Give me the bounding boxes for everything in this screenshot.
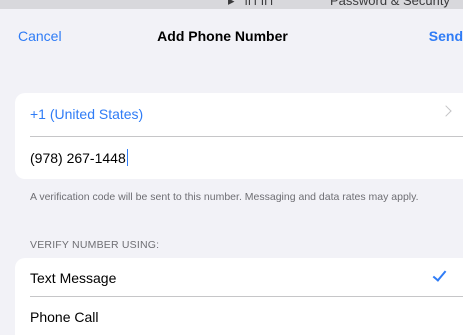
phone-number-value: (978) 267-1448: [30, 150, 126, 166]
option-text-message[interactable]: Text Message: [15, 258, 463, 296]
country-code-label: +1 (United States): [30, 106, 144, 122]
background-partial-text-left: ▸ ıl ı ıl ı: [228, 0, 274, 8]
country-selector-row[interactable]: +1 (United States): [15, 93, 463, 136]
option-label: Phone Call: [30, 309, 99, 325]
option-phone-call[interactable]: Phone Call: [15, 297, 463, 335]
text-cursor: [126, 149, 129, 166]
background-window-strip: ▸ ıl ı ıl ı Password & Security: [0, 0, 463, 9]
checkmark-icon: [432, 267, 447, 282]
verify-section-header: VERIFY NUMBER USING:: [30, 239, 160, 251]
phone-entry-group: +1 (United States) (978) 267-1448: [15, 93, 463, 179]
page-title: Add Phone Number: [157, 28, 288, 44]
option-label: Text Message: [30, 270, 117, 286]
navigation-bar: Cancel Add Phone Number Send: [0, 9, 463, 63]
verification-footnote: A verification code will be sent to this…: [30, 191, 419, 203]
chevron-right-icon: [440, 105, 452, 117]
background-partial-text-right: Password & Security: [330, 0, 450, 8]
add-phone-number-sheet: Cancel Add Phone Number Send +1 (United …: [0, 9, 463, 335]
verify-method-group: Text Message Phone Call: [15, 258, 463, 335]
phone-number-input[interactable]: (978) 267-1448: [30, 149, 129, 166]
send-button[interactable]: Send: [429, 28, 463, 44]
phone-number-field[interactable]: (978) 267-1448: [15, 136, 463, 179]
